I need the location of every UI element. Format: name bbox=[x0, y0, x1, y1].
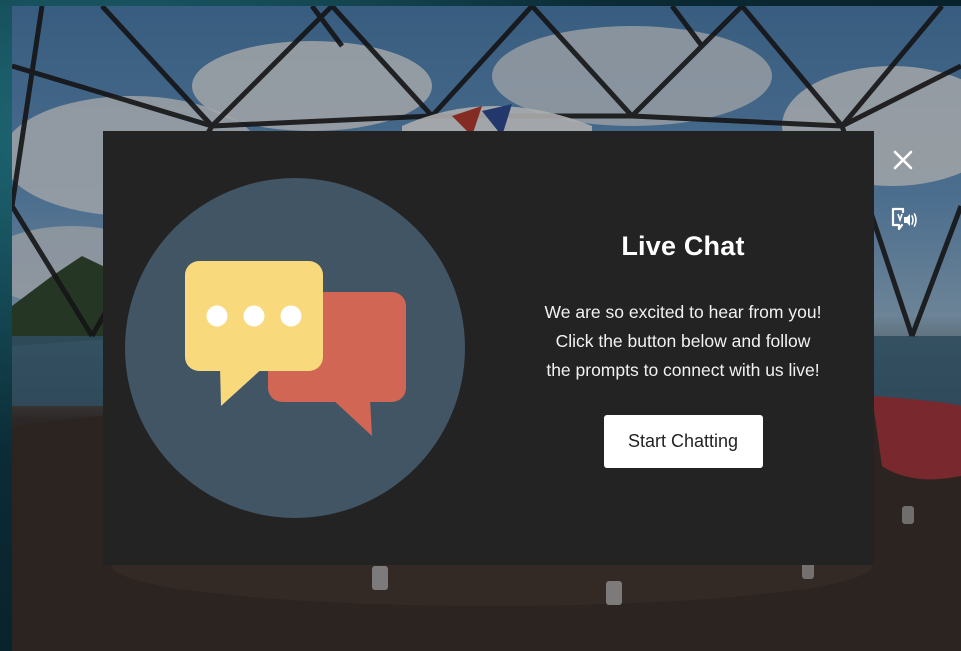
audio-description-icon[interactable] bbox=[889, 205, 919, 233]
description-line: Click the button below and follow bbox=[555, 331, 811, 351]
live-chat-modal: Live Chat We are so excited to hear from… bbox=[103, 131, 874, 565]
modal-title: Live Chat bbox=[621, 231, 745, 261]
chat-illustration bbox=[125, 178, 465, 518]
modal-content: Live Chat We are so excited to hear from… bbox=[513, 231, 853, 468]
viewport: Live Chat We are so excited to hear from… bbox=[0, 0, 961, 651]
start-chatting-button[interactable]: Start Chatting bbox=[603, 415, 763, 468]
modal-description: We are so excited to hear from you! Clic… bbox=[513, 298, 853, 385]
close-icon[interactable] bbox=[889, 146, 917, 174]
description-line: We are so excited to hear from you! bbox=[544, 302, 822, 322]
description-line: the prompts to connect with us live! bbox=[546, 360, 820, 380]
